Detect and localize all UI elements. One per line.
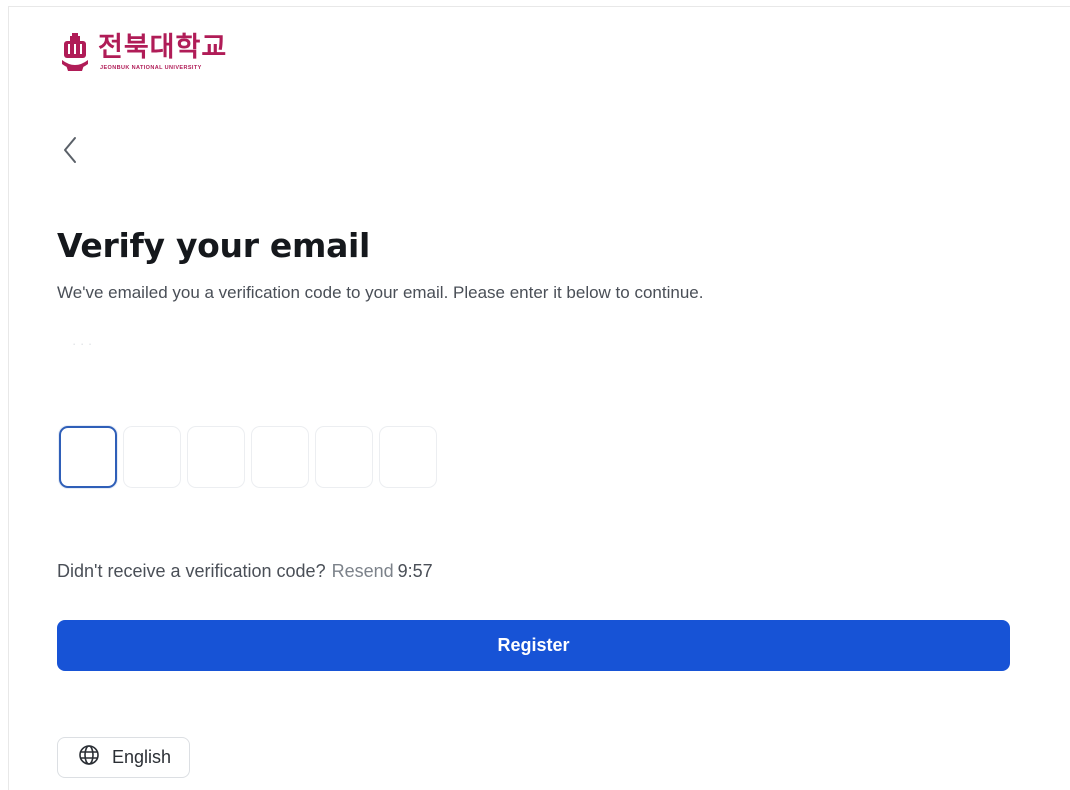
resend-link[interactable]: Resend	[332, 561, 394, 581]
code-digit-1[interactable]	[59, 426, 117, 488]
code-digit-6[interactable]	[379, 426, 437, 488]
verification-code-input-group	[59, 426, 437, 488]
resend-line: Didn't receive a verification code? Resen…	[57, 560, 433, 582]
language-label: English	[112, 747, 172, 767]
resend-prompt: Didn't receive a verification code?	[57, 561, 326, 581]
page-border-left	[8, 6, 9, 790]
page-border-top	[8, 6, 1070, 7]
logo-korean-name: 전북대학교	[98, 32, 228, 63]
code-digit-2[interactable]	[123, 426, 181, 488]
page-title: Verify your email	[57, 226, 371, 265]
logo-english-name: JEONBUK NATIONAL UNIVERSITY	[100, 65, 202, 71]
language-selector-button[interactable]: English	[57, 737, 190, 778]
logo-wordmark: 전북대학교 JEONBUK NATIONAL UNIVERSITY	[98, 32, 227, 72]
code-digit-4[interactable]	[251, 426, 309, 488]
code-digit-3[interactable]	[187, 426, 245, 488]
university-logo: 전북대학교 JEONBUK NATIONAL UNIVERSITY	[60, 32, 227, 80]
globe-icon	[78, 744, 100, 771]
faint-label: · · ·	[72, 336, 93, 351]
resend-timer: 9:57	[397, 561, 433, 581]
university-emblem-icon	[60, 32, 90, 80]
code-digit-5[interactable]	[315, 426, 373, 488]
back-button[interactable]	[56, 134, 84, 170]
chevron-left-icon	[62, 136, 78, 169]
register-button[interactable]: Register	[57, 620, 1010, 671]
page-subtitle: We've emailed you a verification code to…	[57, 283, 704, 302]
